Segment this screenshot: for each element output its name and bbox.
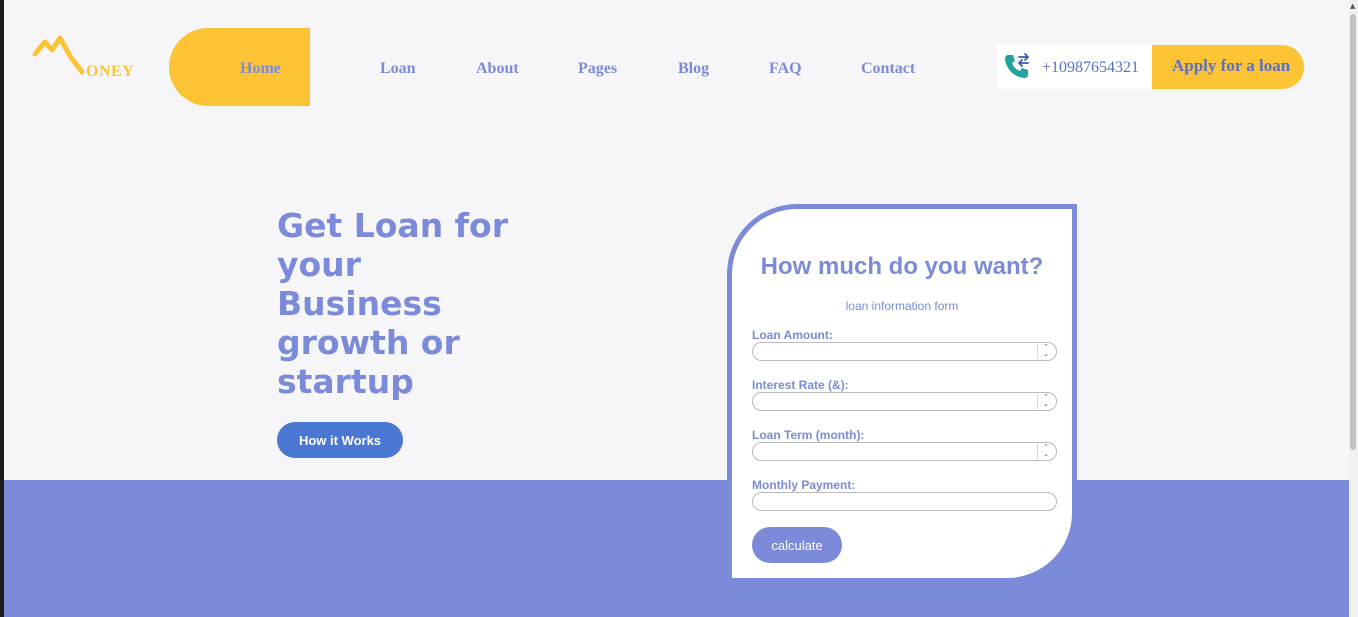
- how-it-works-button[interactable]: How it Works: [277, 422, 403, 458]
- calculate-button[interactable]: calculate: [752, 527, 842, 563]
- form-subtitle: loan information form: [845, 299, 959, 313]
- phone-number: +10987654321: [1042, 59, 1140, 76]
- scroll-up-icon[interactable]: ▲: [1350, 2, 1355, 10]
- page-scrollbar[interactable]: ▲: [1349, 0, 1358, 617]
- monthly-payment-input[interactable]: [752, 492, 1057, 511]
- loan-term-input[interactable]: ⌃ ⌄: [752, 442, 1057, 461]
- loan-amount-label: Loan Amount:: [752, 328, 833, 342]
- loan-amount-input[interactable]: ⌃ ⌄: [752, 342, 1057, 361]
- apply-for-loan-label: Apply for a loan: [1172, 56, 1291, 75]
- phone-transfer-icon: [1005, 53, 1029, 78]
- loan-term-spinner[interactable]: ⌃ ⌄: [1037, 444, 1054, 459]
- loan-amount-spinner[interactable]: ⌃ ⌄: [1037, 344, 1054, 359]
- nav-item-home[interactable]: Home: [169, 28, 310, 106]
- nav-item-loan[interactable]: Loan: [380, 60, 416, 78]
- nav-item-contact[interactable]: Contact: [861, 60, 915, 78]
- hero-bottom-band: [4, 480, 1349, 617]
- form-title: How much do you want?: [760, 253, 1044, 280]
- monthly-payment-label: Monthly Payment:: [752, 478, 856, 492]
- nav-item-blog[interactable]: Blog: [678, 60, 709, 78]
- apply-for-loan-button[interactable]: Apply for a loan: [1152, 45, 1304, 89]
- nav-item-about[interactable]: About: [476, 60, 519, 78]
- nav-item-pages[interactable]: Pages: [578, 60, 617, 78]
- loan-form-card: How much do you want? loan information f…: [727, 204, 1077, 578]
- scrollbar-thumb[interactable]: [1350, 14, 1356, 450]
- nav-item-home-label: Home: [240, 60, 281, 77]
- brand-logo[interactable]: ONEY: [30, 34, 140, 84]
- contact-phone-box[interactable]: +10987654321: [997, 45, 1157, 89]
- money-m-logo-icon: [32, 35, 85, 75]
- nav-item-faq[interactable]: FAQ: [769, 60, 802, 78]
- interest-rate-spinner[interactable]: ⌃ ⌄: [1037, 394, 1054, 409]
- loan-term-label: Loan Term (month):: [752, 428, 865, 442]
- interest-rate-label: Interest Rate (&):: [752, 378, 849, 392]
- interest-rate-input[interactable]: ⌃ ⌄: [752, 392, 1057, 411]
- logo-text: ONEY: [86, 63, 135, 80]
- hero-title: Get Loan for your Business growth or sta…: [277, 206, 508, 401]
- loan-form-card-body: How much do you want? loan information f…: [732, 209, 1072, 578]
